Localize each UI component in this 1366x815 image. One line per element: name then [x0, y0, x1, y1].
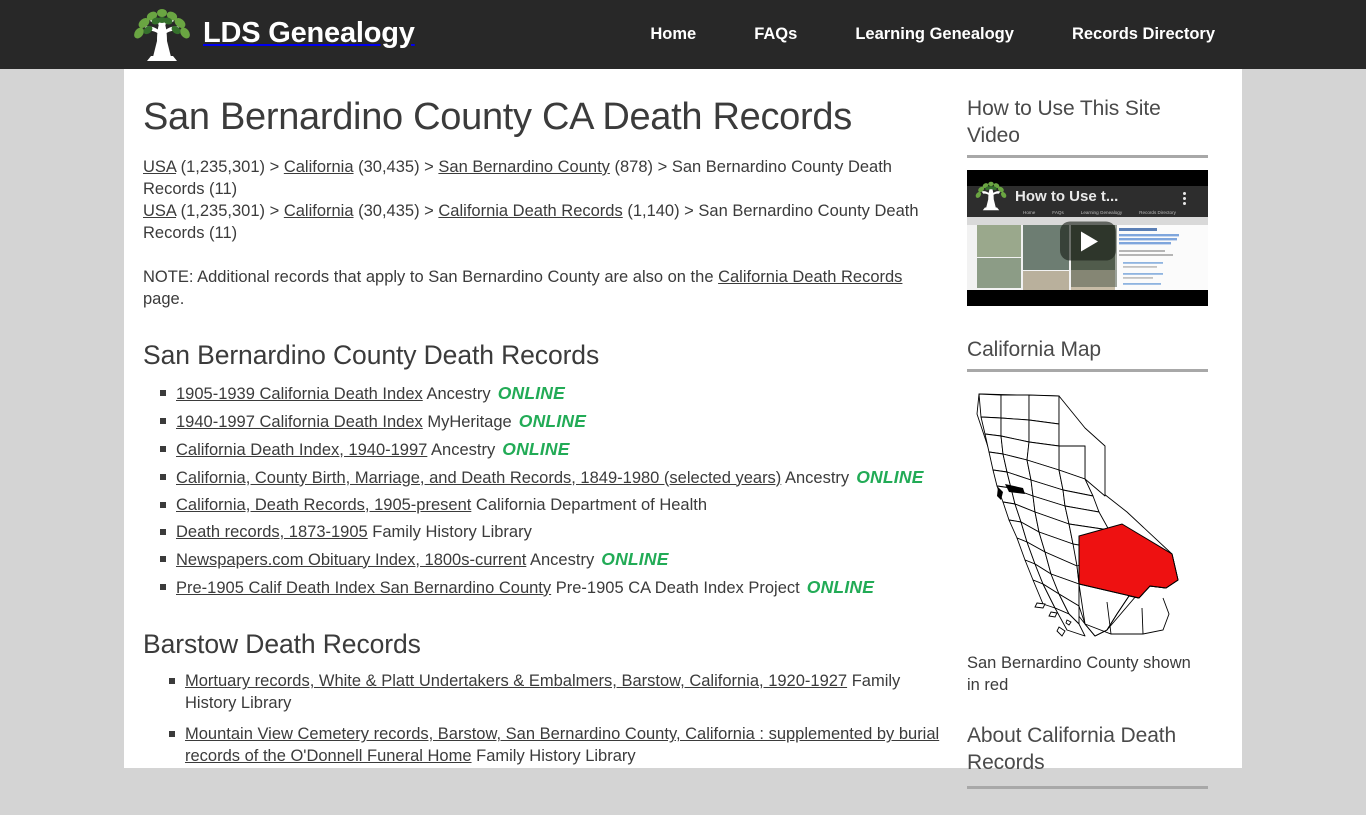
- content-container: San Bernardino County CA Death Records U…: [124, 69, 1242, 789]
- nav-item-records-directory[interactable]: Records Directory: [1043, 0, 1244, 69]
- breadcrumb-link[interactable]: California Death Records: [438, 202, 622, 220]
- breadcrumb-line-2: USA (1,235,301) > California (30,435) > …: [143, 202, 919, 242]
- record-list-item: California Death Index, 1940-1997 Ancest…: [160, 438, 948, 461]
- nav-item-home[interactable]: Home: [621, 0, 725, 69]
- record-title-link[interactable]: Death records, 1873-1905: [176, 523, 368, 541]
- sidebar-heading-video: How to Use This Site Video: [967, 97, 1161, 147]
- breadcrumb-text: (30,435) >: [353, 157, 439, 176]
- record-title-link[interactable]: California, County Birth, Marriage, and …: [176, 469, 781, 487]
- sidebar-heading-california-map: California Map: [967, 338, 1101, 361]
- section-heading-barstow-death-records: Barstow Death Records: [143, 628, 421, 659]
- sidebar-map-widget: California Map San Bernardino County sho…: [967, 336, 1212, 696]
- breadcrumb-link[interactable]: California: [284, 202, 354, 220]
- online-badge: ONLINE: [497, 438, 570, 459]
- record-list-county: 1905-1939 California Death Index Ancestr…: [143, 382, 948, 599]
- record-title-link[interactable]: Mortuary records, White & Platt Undertak…: [185, 672, 847, 690]
- online-badge: ONLINE: [801, 576, 875, 597]
- record-source: Ancestry: [526, 550, 595, 569]
- record-list-item: Pre-1905 Calif Death Index San Bernardin…: [160, 576, 948, 599]
- record-list-item: California, County Birth, Marriage, and …: [160, 466, 948, 489]
- breadcrumb-text: (30,435) >: [353, 201, 439, 220]
- california-county-map: [976, 393, 1179, 637]
- record-source: Pre-1905 CA Death Index Project: [551, 578, 800, 597]
- record-source: Ancestry: [422, 384, 491, 403]
- video-mini-nav-item: Home: [1023, 210, 1036, 215]
- online-badge: ONLINE: [851, 466, 924, 487]
- site-brand-name: LDS Genealogy: [203, 17, 415, 49]
- nav-item-faqs[interactable]: FAQs: [725, 0, 826, 69]
- online-badge: ONLINE: [513, 410, 587, 431]
- record-list-item: Mortuary records, White & Platt Undertak…: [169, 670, 948, 714]
- breadcrumb-link[interactable]: California: [284, 158, 354, 176]
- san-bernardino-county-highlight: [1078, 523, 1179, 599]
- site-header: LDS Genealogy Home FAQs Learning Genealo…: [0, 0, 1366, 69]
- record-source: California Department of Health: [471, 495, 708, 514]
- note-text-after: page.: [143, 289, 185, 308]
- record-source: Family History Library: [471, 747, 636, 766]
- record-list-item: California, Death Records, 1905-present …: [160, 494, 948, 516]
- sidebar: How to Use This Site Video How to Use t.…: [967, 95, 1212, 815]
- record-source: MyHeritage: [422, 412, 512, 431]
- tree-logo-icon: [134, 9, 190, 61]
- note-text-before: NOTE: Additional records that apply to S…: [143, 267, 719, 286]
- video-mini-nav: Home FAQs Learning Genealogy Records Dir…: [1023, 210, 1176, 215]
- record-title-link[interactable]: California, Death Records, 1905-present: [176, 496, 471, 514]
- record-source: Ancestry: [781, 468, 850, 487]
- tree-logo-icon: [975, 181, 1007, 211]
- main-column: San Bernardino County CA Death Records U…: [143, 95, 948, 797]
- record-title-link[interactable]: Newspapers.com Obituary Index, 1800s-cur…: [176, 551, 526, 569]
- breadcrumb-text: (1,235,301) >: [176, 157, 284, 176]
- heading-divider: [967, 155, 1208, 158]
- note-link-california-death-records[interactable]: California Death Records: [718, 268, 902, 286]
- page-title: San Bernardino County CA Death Records: [143, 96, 852, 138]
- video-mini-nav-item: Records Directory: [1139, 210, 1176, 215]
- record-title-link[interactable]: California Death Index, 1940-1997: [176, 441, 427, 459]
- video-mini-nav-item: FAQs: [1052, 210, 1064, 215]
- record-list-item: 1905-1939 California Death Index Ancestr…: [160, 382, 948, 405]
- record-title-link[interactable]: 1940-1997 California Death Index: [176, 413, 423, 431]
- california-map-image: [967, 384, 1208, 647]
- note-paragraph: NOTE: Additional records that apply to S…: [143, 266, 933, 310]
- record-list-item: Mountain View Cemetery records, Barstow,…: [169, 723, 948, 767]
- video-mini-nav-item: Learning Genealogy: [1080, 210, 1123, 215]
- record-title-link[interactable]: 1905-1939 California Death Index: [176, 385, 423, 403]
- kebab-menu-icon[interactable]: [1183, 192, 1186, 205]
- online-badge: ONLINE: [596, 548, 669, 569]
- nav-item-learning-genealogy[interactable]: Learning Genealogy: [826, 0, 1043, 69]
- breadcrumb-line-1: USA (1,235,301) > California (30,435) > …: [143, 158, 892, 198]
- breadcrumb-link[interactable]: San Bernardino County: [438, 158, 610, 176]
- record-list-item: Newspapers.com Obituary Index, 1800s-cur…: [160, 548, 948, 571]
- record-list-item: 1940-1997 California Death Index MyHerit…: [160, 410, 948, 433]
- main-navigation: Home FAQs Learning Genealogy Records Dir…: [621, 0, 1244, 69]
- sidebar-about-widget: About California Death Records: [967, 722, 1212, 789]
- breadcrumb: USA (1,235,301) > California (30,435) > …: [143, 156, 933, 244]
- breadcrumb-text: (1,235,301) >: [176, 201, 284, 220]
- record-source: Family History Library: [367, 522, 532, 541]
- heading-divider: [967, 369, 1208, 372]
- map-caption: San Bernardino County shown in red: [967, 654, 1191, 694]
- site-logo-link[interactable]: LDS Genealogy: [131, 6, 415, 64]
- record-title-link[interactable]: Pre-1905 Calif Death Index San Bernardin…: [176, 579, 551, 597]
- video-title: How to Use t...: [1015, 188, 1119, 205]
- breadcrumb-link[interactable]: USA: [143, 158, 176, 176]
- record-source: Ancestry: [427, 440, 496, 459]
- section-heading-county-death-records: San Bernardino County Death Records: [143, 339, 600, 370]
- record-list-item: Death records, 1873-1905 Family History …: [160, 521, 948, 543]
- video-player[interactable]: How to Use t... Home FAQs Learning Genea…: [967, 170, 1208, 306]
- record-list-barstow: Mortuary records, White & Platt Undertak…: [143, 670, 948, 767]
- breadcrumb-link[interactable]: USA: [143, 202, 176, 220]
- online-badge: ONLINE: [492, 382, 566, 403]
- sidebar-video-widget: How to Use This Site Video How to Use t.…: [967, 95, 1212, 306]
- play-button-icon[interactable]: [1059, 221, 1116, 261]
- heading-divider: [967, 786, 1208, 789]
